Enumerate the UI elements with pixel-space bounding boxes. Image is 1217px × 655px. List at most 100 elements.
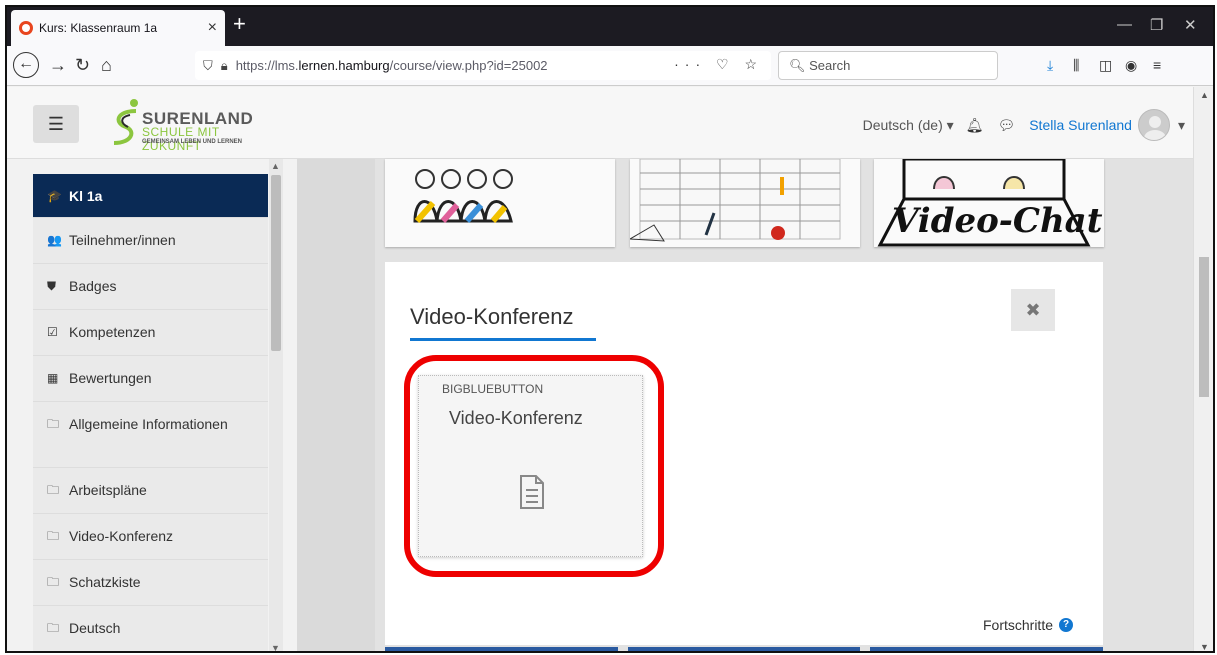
site-header: ☰ SURENLAND SCHULE MIT ZUKUNFT GEMEINSAM… [7,87,1197,159]
course-tile[interactable] [870,647,1104,651]
scroll-down-icon[interactable]: ▼ [1200,642,1209,651]
tracking-shield-icon[interactable]: ⛉ [203,58,213,74]
user-name[interactable]: Stella Surenland [1029,117,1132,133]
table-icon: ▦ [47,371,59,385]
video-chat-label: Video-Chat [892,201,1103,241]
group-drawing-image [413,169,513,223]
sidebar-item-general-info[interactable]: 🗀 Allgemeine Informationen [33,402,268,468]
logo-subtagline: GEMEINSAM LEBEN UND LERNEN [142,139,243,145]
progress-label: Fortschritte [982,617,1053,633]
content-gutter [297,159,375,651]
graduation-cap-icon: 🎓 [47,189,62,203]
search-input[interactable]: 🔍︎ Search [778,51,998,80]
sidebar-item-treasure-chest[interactable]: 🗀 Schatzkiste [33,560,268,606]
home-button[interactable]: ⌂ [101,54,112,76]
annotation-highlight [404,355,664,577]
browser-menu-icon[interactable]: ≡ [1153,57,1161,73]
sidebar-item-label: Bewertungen [69,370,152,386]
back-button[interactable]: ← [13,52,39,78]
sidebar-item-label: Schatzkiste [69,574,141,590]
course-nav-list: 🎓 Kl 1a 👥 Teilnehmer/innen ⛊ Badges ☑ Ko… [33,174,268,651]
sidebar-item-german[interactable]: 🗀 Deutsch [33,606,268,651]
logo-swirl-icon [113,99,138,145]
sidebar-item-label: Video-Konferenz [69,528,174,544]
course-tile-video-chat[interactable]: Video-Chat [874,159,1104,247]
sidebar-item-badges[interactable]: ⛊ Badges [33,264,268,310]
course-tile[interactable] [627,647,861,651]
search-icon: 🔍︎ [789,57,810,73]
sidebar-item-video-conference[interactable]: 🗀 Video-Konferenz [33,514,268,560]
restore-icon[interactable]: ❐ [1150,16,1163,34]
folder-icon: 🗀 [47,483,60,497]
shield-icon: ⛊ [47,279,57,293]
minimize-icon[interactable]: — [1117,16,1132,33]
drawer-scrollbar[interactable]: ▲ ▼ [269,159,283,651]
language-menu[interactable]: Deutsch (de) ▾ [863,117,954,134]
scrollbar-thumb[interactable] [1199,257,1209,397]
progress-link[interactable]: Fortschritte ? [983,617,1073,633]
browser-window: Kurs: Klassenraum 1a × + — ❐ ✕ ← → ↻ ⌂ ⛉… [5,5,1215,653]
sidebar-icon[interactable]: ◫ [1099,57,1112,74]
navigation-toolbar: ← → ↻ ⌂ ⛉ 🔒︎ https://lms.lernen.hamburg/… [7,46,1213,86]
notification-bell-icon[interactable]: 🔔︎ [966,117,984,134]
scroll-down-icon[interactable]: ▼ [271,643,280,651]
scroll-up-icon[interactable]: ▲ [271,161,280,171]
course-content: Video-Chat Video-Konferenz ✖ BIGBLUEBUTT… [297,159,1197,651]
help-icon[interactable]: ? [1059,618,1073,632]
avatar[interactable] [1137,109,1170,141]
url-bar[interactable]: ⛉ 🔒︎ https://lms.lernen.hamburg/course/v… [195,51,771,80]
course-tile[interactable] [385,647,618,651]
course-tile-image[interactable] [385,159,615,247]
sidebar-item-work-plans[interactable]: 🗀 Arbeitspläne [33,468,268,514]
sidebar-item-label: Arbeitspläne [69,482,147,498]
new-tab-button[interactable]: + [233,13,246,35]
library-icon[interactable]: ⫼ [1073,57,1079,74]
sidebar-item-competencies[interactable]: ☑ Kompetenzen [33,310,268,356]
folder-icon: 🗀 [47,529,60,543]
section-title: Video-Konferenz [410,304,574,329]
lower-tiles [385,647,1104,651]
sidebar-item-label: Teilnehmer/innen [69,232,176,248]
lock-icon[interactable]: 🔒︎ [221,58,228,74]
search-placeholder: Search [809,58,851,73]
site-logo[interactable]: SURENLAND SCHULE MIT ZUKUNFT GEMEINSAM L… [102,97,272,153]
scrollbar-thumb[interactable] [271,175,281,351]
drawer-toggle-button[interactable]: ☰ [33,105,79,143]
timetable-image [630,159,841,242]
browser-tab[interactable]: Kurs: Klassenraum 1a × [11,10,225,46]
downloads-icon[interactable]: ⤓ [1047,57,1053,74]
sidebar-item-label: Badges [69,278,117,294]
reload-button[interactable]: ↻ [75,54,90,76]
tab-title: Kurs: Klassenraum 1a [39,21,158,35]
page-actions[interactable]: ··· ♡ ☆ [674,56,763,73]
nav-drawer: 🎓 Kl 1a 👥 Teilnehmer/innen ⛊ Badges ☑ Ko… [7,159,297,651]
url-text: https://lms.lernen.hamburg/course/view.p… [235,58,548,73]
forward-button[interactable]: → [49,54,67,76]
user-navigation: Deutsch (de) ▾ 🔔︎ 💬︎ Stella Surenland ▾ [863,109,1185,141]
users-icon: 👥 [47,233,62,247]
account-icon[interactable]: ◉ [1125,57,1137,74]
page-scrollbar[interactable]: ▲ ▼ [1193,87,1213,651]
title-underline [410,338,596,341]
site-favicon-icon [19,21,33,35]
tab-close-icon[interactable]: × [208,19,217,37]
sidebar-item-label: Kompetenzen [69,324,156,340]
folder-icon: 🗀 [47,575,60,589]
window-close-icon[interactable]: ✕ [1184,16,1197,34]
sidebar-item-label: Kl 1a [69,188,103,204]
course-tile-timetable[interactable] [630,159,860,247]
sidebar-item-label: Allgemeine Informationen [69,416,228,432]
sidebar-item-course[interactable]: 🎓 Kl 1a [33,174,268,218]
close-modal-button[interactable]: ✖ [1011,289,1055,331]
folder-icon: 🗀 [47,417,60,431]
sidebar-item-label: Deutsch [69,620,121,636]
section-modal: Video-Konferenz ✖ BIGBLUEBUTTON Video-Ko… [385,262,1103,645]
tab-bar: Kurs: Klassenraum 1a × + — ❐ ✕ [7,7,1213,46]
scroll-up-icon[interactable]: ▲ [1200,90,1209,100]
sidebar-item-participants[interactable]: 👥 Teilnehmer/innen [33,218,268,264]
sidebar-item-grades[interactable]: ▦ Bewertungen [33,356,268,402]
messages-icon[interactable]: 💬︎ [997,117,1015,134]
checkbox-icon: ☑ [47,325,58,339]
folder-icon: 🗀 [47,621,60,635]
user-menu-caret-icon[interactable]: ▾ [1178,117,1185,134]
